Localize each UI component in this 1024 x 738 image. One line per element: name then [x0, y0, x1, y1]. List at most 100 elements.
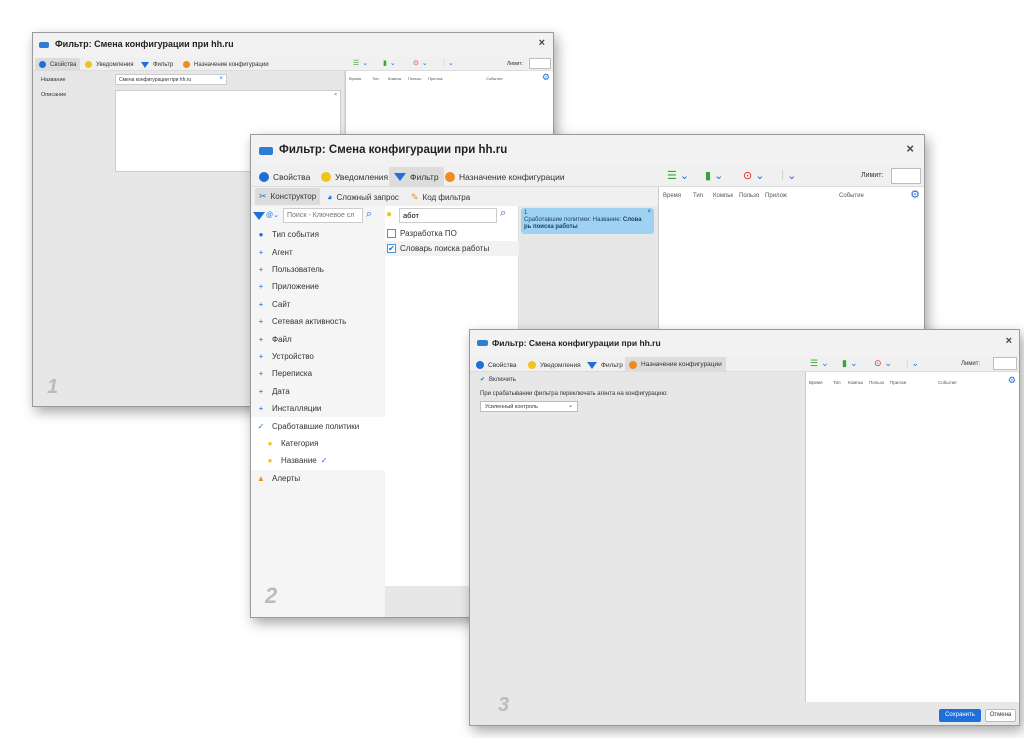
tab-properties[interactable]: Свойства: [259, 169, 310, 185]
column-user[interactable]: Пользо: [739, 193, 759, 199]
column-type[interactable]: Тип: [693, 193, 703, 199]
export-button[interactable]: ⁞ ⌄: [906, 358, 919, 369]
clock-button[interactable]: ⊙ ⌄: [874, 358, 892, 369]
column-computer[interactable]: Компьк: [388, 76, 401, 81]
filter-icon[interactable]: [253, 212, 265, 220]
close-icon[interactable]: ×: [539, 37, 545, 49]
column-time[interactable]: Время: [809, 380, 823, 385]
column-settings-icon[interactable]: ⚙: [910, 188, 920, 201]
tab-notifications[interactable]: Уведомления: [85, 58, 134, 71]
column-app[interactable]: Прилож: [890, 380, 906, 385]
expand-icon[interactable]: +: [254, 335, 268, 344]
clock-button[interactable]: ⊙ ⌄: [413, 59, 428, 67]
list-view-button[interactable]: ☰ ⌄: [810, 358, 829, 369]
name-input[interactable]: Смена конфигурации при hh.ru ×: [115, 74, 227, 85]
tree-item[interactable]: + Агент: [251, 243, 385, 260]
export-button[interactable]: ⁞ ⌄: [443, 59, 454, 68]
column-settings-icon[interactable]: ⚙: [1008, 375, 1016, 386]
tree-item[interactable]: ● Название ✓: [251, 452, 385, 470]
subtab-filter-code[interactable]: ✎ Код фильтра: [411, 189, 470, 205]
column-event[interactable]: Событие: [486, 76, 503, 81]
checkbox[interactable]: [387, 229, 396, 238]
clear-icon[interactable]: ×: [334, 92, 337, 98]
tree-item[interactable]: + Пользователь: [251, 261, 385, 278]
tree-item[interactable]: + Файл: [251, 330, 385, 347]
cancel-button[interactable]: Отмена: [985, 709, 1016, 722]
tree-item[interactable]: + Сайт: [251, 296, 385, 313]
tab-notifications[interactable]: Уведомления: [528, 358, 581, 372]
column-app[interactable]: Прилож: [765, 193, 787, 199]
column-app[interactable]: Прилож: [428, 76, 443, 81]
tab-notifications[interactable]: Уведомления: [321, 169, 388, 185]
expand-icon[interactable]: +: [254, 265, 268, 274]
tree-item[interactable]: + Переписка: [251, 365, 385, 382]
tree-item[interactable]: + Сетевая активность: [251, 313, 385, 330]
tree-item[interactable]: ● Категория: [251, 434, 385, 453]
tree-item[interactable]: ✓ Сработавшие политики: [251, 417, 385, 435]
tree-item[interactable]: + Устройство: [251, 348, 385, 365]
save-button[interactable]: Сохранить: [939, 709, 981, 722]
expand-icon[interactable]: +: [254, 300, 268, 309]
chart-button[interactable]: ▮ ⌄: [705, 169, 723, 182]
expand-icon[interactable]: +: [254, 282, 268, 291]
close-icon[interactable]: ×: [906, 141, 914, 156]
limit-input[interactable]: [993, 357, 1017, 370]
tree-item[interactable]: + Инсталляции: [251, 400, 385, 417]
close-icon[interactable]: ×: [1006, 335, 1012, 347]
column-type[interactable]: Тип: [372, 76, 379, 81]
tab-filter[interactable]: Фильтр: [587, 358, 623, 372]
value-item[interactable]: Разработка ПО: [385, 226, 519, 241]
tab-assignment[interactable]: Назначение конфигурации: [445, 169, 565, 185]
filter-icon: [587, 361, 597, 369]
search-icon[interactable]: ⌕: [366, 208, 372, 221]
subtab-complex-query[interactable]: ◕ Сложный запрос: [327, 189, 399, 205]
column-user[interactable]: Пользо: [869, 380, 884, 385]
remove-condition-icon[interactable]: ×: [647, 209, 651, 216]
list-view-button[interactable]: ☰ ⌄: [353, 59, 368, 67]
column-computer[interactable]: Компьк: [848, 380, 863, 385]
expand-icon[interactable]: +: [254, 352, 268, 361]
expanded-icon[interactable]: ✓: [254, 422, 268, 431]
subtab-constructor[interactable]: ✂ Конструктор: [255, 188, 321, 205]
column-settings-icon[interactable]: ⚙: [542, 72, 550, 83]
export-button[interactable]: ⁞ ⌄: [781, 169, 796, 183]
column-type[interactable]: Тип: [833, 380, 841, 385]
list-view-button[interactable]: ☰ ⌄: [667, 169, 689, 182]
search-type-dropdown[interactable]: @⌄: [266, 211, 279, 219]
tab-assignment[interactable]: Назначение конфигурации: [625, 357, 726, 372]
value-search-input[interactable]: [399, 208, 497, 223]
column-user[interactable]: Пользо: [408, 76, 421, 81]
expand-icon[interactable]: +: [254, 248, 268, 257]
column-event[interactable]: Событие: [938, 380, 957, 385]
clear-icon[interactable]: ×: [219, 76, 223, 82]
enable-checkbox[interactable]: ✔: [480, 377, 487, 384]
column-event[interactable]: Событие: [839, 193, 864, 199]
chart-button[interactable]: ▮ ⌄: [842, 358, 858, 369]
column-computer[interactable]: Компьк: [713, 193, 733, 199]
search-icon[interactable]: ⌕: [500, 207, 506, 220]
condition-chip[interactable]: 1 Сработавшие политики: Название: Слова …: [521, 208, 654, 234]
expand-icon[interactable]: +: [254, 317, 268, 326]
tab-filter[interactable]: Фильтр: [389, 167, 444, 187]
tree-item[interactable]: + Приложение: [251, 278, 385, 295]
tab-assignment[interactable]: Назначение конфигурации: [183, 58, 269, 71]
limit-input[interactable]: [891, 168, 921, 184]
value-item[interactable]: ✔ Словарь поиска работы: [385, 241, 519, 256]
expand-icon[interactable]: +: [254, 404, 268, 413]
tree-item[interactable]: ● Тип события: [251, 226, 385, 243]
clock-button[interactable]: ⊙ ⌄: [743, 169, 764, 182]
column-time[interactable]: Время: [663, 193, 681, 199]
search-input[interactable]: [283, 208, 363, 223]
expand-icon[interactable]: +: [254, 387, 268, 396]
chart-button[interactable]: ▮ ⌄: [383, 59, 396, 67]
tab-properties[interactable]: Свойства: [476, 358, 517, 372]
column-time[interactable]: Время: [349, 76, 361, 81]
config-select[interactable]: Усиленный контроль ⌄: [480, 401, 578, 412]
checkbox-checked[interactable]: ✔: [387, 244, 396, 253]
limit-input[interactable]: [529, 58, 551, 69]
tab-filter[interactable]: Фильтр: [141, 58, 173, 71]
tree-item[interactable]: + Дата: [251, 383, 385, 400]
tree-item[interactable]: ▲ Алерты: [251, 470, 385, 487]
tab-properties[interactable]: Свойства: [35, 58, 81, 71]
expand-icon[interactable]: +: [254, 369, 268, 378]
